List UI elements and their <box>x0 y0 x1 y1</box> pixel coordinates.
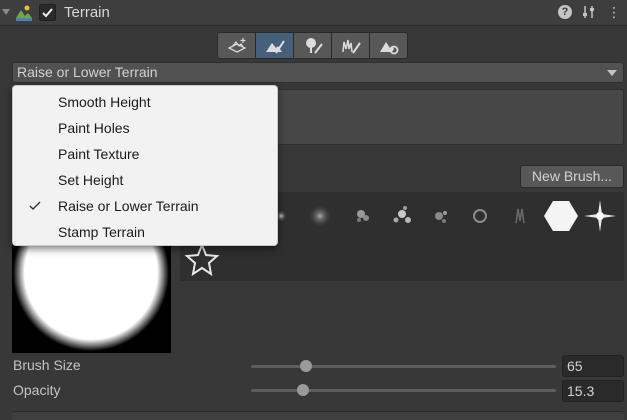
brush-scatter-icon <box>393 206 411 223</box>
paint-trees-button[interactable] <box>293 32 332 59</box>
terrain-icon <box>15 4 33 22</box>
brush-thumbnail[interactable] <box>542 197 580 235</box>
paint-tool-selected-label: Raise or Lower Terrain <box>17 64 158 80</box>
enable-checkbox[interactable] <box>39 4 56 21</box>
brush-grass-icon <box>515 208 525 224</box>
dropdown-arrow-icon <box>607 70 617 76</box>
brush-size-slider-thumb[interactable] <box>299 360 312 372</box>
more-options-icon[interactable]: ⋮ <box>607 4 621 20</box>
opacity-label: Opacity <box>13 382 61 398</box>
brush-size-slider[interactable] <box>251 365 556 368</box>
next-section-header <box>12 411 624 420</box>
menu-item-paint-holes[interactable]: Paint Holes <box>13 115 277 141</box>
paint-trees-icon <box>305 37 323 54</box>
brush-dots-icon <box>435 211 447 223</box>
brush-ring-icon <box>473 209 487 223</box>
brush-thumbnail[interactable] <box>502 197 540 235</box>
menu-item-stamp-terrain[interactable]: Stamp Terrain <box>13 219 277 245</box>
new-brush-button[interactable]: New Brush... <box>520 165 624 188</box>
component-header: Terrain ? ⋮ <box>0 0 627 26</box>
terrain-settings-icon <box>379 41 398 54</box>
menu-item-smooth-height[interactable]: Smooth Height <box>13 89 277 115</box>
brush-thumbnail[interactable] <box>183 241 221 279</box>
paint-terrain-icon <box>265 39 285 54</box>
create-neighbor-icon <box>227 37 246 53</box>
brush-thumbnail[interactable] <box>301 197 339 235</box>
brush-thumbnail[interactable] <box>344 197 382 235</box>
brush-size-field[interactable]: 65 <box>562 355 624 377</box>
terrain-settings-button[interactable] <box>369 32 408 59</box>
brush-hexagon-icon <box>544 201 578 231</box>
brush-splat-icon <box>357 210 369 222</box>
brush-star-icon <box>184 242 220 277</box>
help-icon[interactable]: ? <box>558 5 572 19</box>
brush-size-label: Brush Size <box>13 357 81 373</box>
menu-item-set-height[interactable]: Set Height <box>13 167 277 193</box>
opacity-field[interactable]: 15.3 <box>562 380 624 402</box>
brush-thumbnail[interactable] <box>383 197 421 235</box>
checkmark-icon <box>29 201 41 210</box>
menu-item-raise-or-lower-terrain[interactable]: Raise or Lower Terrain <box>13 193 277 219</box>
menu-item-label: Paint Holes <box>58 120 130 136</box>
create-neighbor-terrains-button[interactable] <box>217 32 256 59</box>
paint-terrain-button[interactable] <box>255 32 294 59</box>
brush-sparkle-icon <box>584 200 616 232</box>
component-title: Terrain <box>64 4 110 21</box>
menu-item-paint-texture[interactable]: Paint Texture <box>13 141 277 167</box>
menu-item-label: Raise or Lower Terrain <box>58 198 199 214</box>
paint-details-button[interactable] <box>331 32 370 59</box>
check-icon <box>42 8 53 18</box>
brush-thumbnail[interactable] <box>422 197 460 235</box>
paint-tool-menu: Smooth Height Paint Holes Paint Texture … <box>12 85 278 246</box>
paint-tool-dropdown[interactable]: Raise or Lower Terrain <box>12 62 624 83</box>
brush-cloud-icon <box>308 204 332 228</box>
brush-thumbnail[interactable] <box>461 197 499 235</box>
menu-item-label: Stamp Terrain <box>58 224 145 240</box>
foldout-arrow-icon[interactable] <box>2 9 10 15</box>
menu-item-label: Smooth Height <box>58 94 151 110</box>
paint-details-icon <box>341 39 361 54</box>
menu-item-label: Set Height <box>58 172 124 188</box>
terrain-toolbar <box>217 32 408 59</box>
brush-thumbnail[interactable] <box>581 197 619 235</box>
opacity-slider-thumb[interactable] <box>296 384 309 396</box>
presets-icon[interactable] <box>582 5 596 19</box>
menu-item-label: Paint Texture <box>58 146 140 162</box>
